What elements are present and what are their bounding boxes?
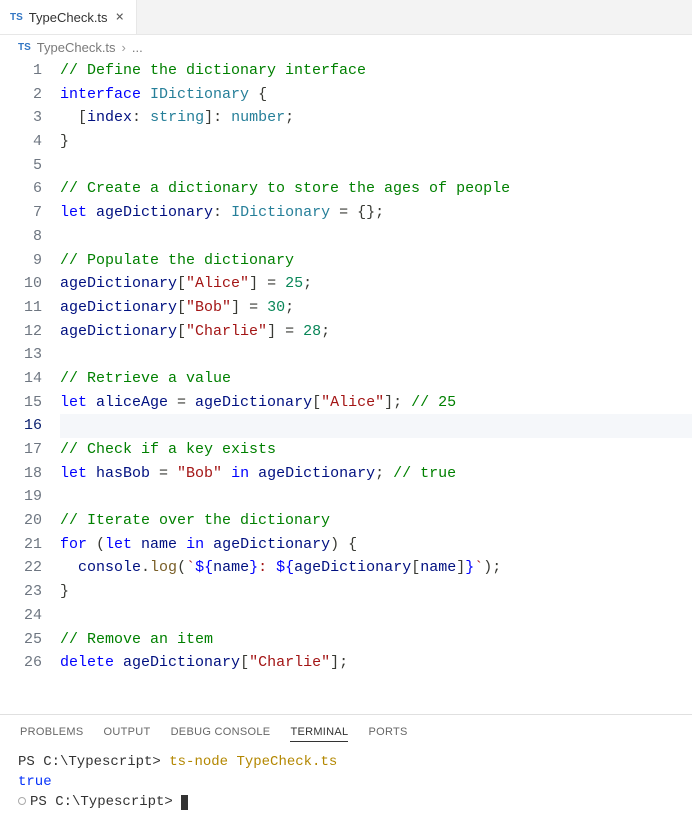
code-editor[interactable]: 1234567891011121314151617181920212223242… bbox=[0, 59, 692, 714]
tab-debug-console[interactable]: DEBUG CONSOLE bbox=[171, 723, 271, 742]
code-line: // Retrieve a value bbox=[60, 367, 692, 391]
line-number-gutter: 1234567891011121314151617181920212223242… bbox=[0, 59, 60, 714]
code-line: // Remove an item bbox=[60, 628, 692, 652]
chevron-right-icon: › bbox=[122, 40, 126, 55]
line-number: 7 bbox=[0, 201, 42, 225]
line-number: 1 bbox=[0, 59, 42, 83]
terminal-line: true bbox=[18, 772, 674, 792]
code-line bbox=[60, 225, 692, 249]
terminal-line: PS C:\Typescript> bbox=[18, 792, 674, 812]
line-number: 24 bbox=[0, 604, 42, 628]
code-line: let hasBob = "Bob" in ageDictionary; // … bbox=[60, 462, 692, 486]
code-line bbox=[60, 414, 692, 438]
code-line bbox=[60, 154, 692, 178]
code-line: let ageDictionary: IDictionary = {}; bbox=[60, 201, 692, 225]
code-line: for (let name in ageDictionary) { bbox=[60, 533, 692, 557]
line-number: 21 bbox=[0, 533, 42, 557]
line-number: 13 bbox=[0, 343, 42, 367]
line-number: 4 bbox=[0, 130, 42, 154]
line-number: 18 bbox=[0, 462, 42, 486]
breadcrumb-more: ... bbox=[132, 40, 143, 55]
terminal-line: PS C:\Typescript> ts-node TypeCheck.ts bbox=[18, 752, 674, 772]
code-line: ageDictionary["Alice"] = 25; bbox=[60, 272, 692, 296]
line-number: 26 bbox=[0, 651, 42, 675]
typescript-file-icon: TS bbox=[10, 12, 23, 23]
code-line: console.log(`${name}: ${ageDictionary[na… bbox=[60, 556, 692, 580]
line-number: 11 bbox=[0, 296, 42, 320]
line-number: 17 bbox=[0, 438, 42, 462]
code-line: } bbox=[60, 580, 692, 604]
line-number: 12 bbox=[0, 320, 42, 344]
code-content[interactable]: // Define the dictionary interface inter… bbox=[60, 59, 692, 714]
breadcrumb-filename: TypeCheck.ts bbox=[37, 40, 116, 55]
line-number: 2 bbox=[0, 83, 42, 107]
code-line: ageDictionary["Bob"] = 30; bbox=[60, 296, 692, 320]
line-number: 20 bbox=[0, 509, 42, 533]
code-line: // Create a dictionary to store the ages… bbox=[60, 177, 692, 201]
code-line: // Iterate over the dictionary bbox=[60, 509, 692, 533]
tab-terminal[interactable]: TERMINAL bbox=[290, 723, 348, 742]
line-number: 6 bbox=[0, 177, 42, 201]
terminal[interactable]: PS C:\Typescript> ts-node TypeCheck.ts t… bbox=[0, 746, 692, 824]
line-number: 15 bbox=[0, 391, 42, 415]
typescript-file-icon: TS bbox=[18, 42, 31, 53]
bottom-panel: PROBLEMS OUTPUT DEBUG CONSOLE TERMINAL P… bbox=[0, 714, 692, 824]
code-line: } bbox=[60, 130, 692, 154]
code-line: // Define the dictionary interface bbox=[60, 59, 692, 83]
line-number: 16 bbox=[0, 414, 42, 438]
code-line: // Populate the dictionary bbox=[60, 249, 692, 273]
code-line: let aliceAge = ageDictionary["Alice"]; /… bbox=[60, 391, 692, 415]
code-line bbox=[60, 604, 692, 628]
tab-bar: TS TypeCheck.ts × bbox=[0, 0, 692, 35]
editor-tab[interactable]: TS TypeCheck.ts × bbox=[0, 0, 137, 34]
line-number: 23 bbox=[0, 580, 42, 604]
code-line: // Check if a key exists bbox=[60, 438, 692, 462]
line-number: 3 bbox=[0, 106, 42, 130]
code-line: [index: string]: number; bbox=[60, 106, 692, 130]
close-icon[interactable]: × bbox=[114, 9, 126, 25]
code-line bbox=[60, 485, 692, 509]
breadcrumb[interactable]: TS TypeCheck.ts › ... bbox=[0, 35, 692, 59]
tab-problems[interactable]: PROBLEMS bbox=[20, 723, 84, 742]
line-number: 19 bbox=[0, 485, 42, 509]
code-line bbox=[60, 343, 692, 367]
line-number: 9 bbox=[0, 249, 42, 273]
panel-tabs: PROBLEMS OUTPUT DEBUG CONSOLE TERMINAL P… bbox=[0, 715, 692, 746]
line-number: 10 bbox=[0, 272, 42, 296]
line-number: 22 bbox=[0, 556, 42, 580]
code-line: ageDictionary["Charlie"] = 28; bbox=[60, 320, 692, 344]
line-number: 5 bbox=[0, 154, 42, 178]
code-line: delete ageDictionary["Charlie"]; bbox=[60, 651, 692, 675]
tab-output[interactable]: OUTPUT bbox=[104, 723, 151, 742]
line-number: 8 bbox=[0, 225, 42, 249]
code-line: interface IDictionary { bbox=[60, 83, 692, 107]
cursor-icon bbox=[181, 795, 188, 810]
circle-icon bbox=[18, 797, 26, 805]
line-number: 14 bbox=[0, 367, 42, 391]
line-number: 25 bbox=[0, 628, 42, 652]
tab-ports[interactable]: PORTS bbox=[368, 723, 407, 742]
tab-filename: TypeCheck.ts bbox=[29, 10, 108, 25]
